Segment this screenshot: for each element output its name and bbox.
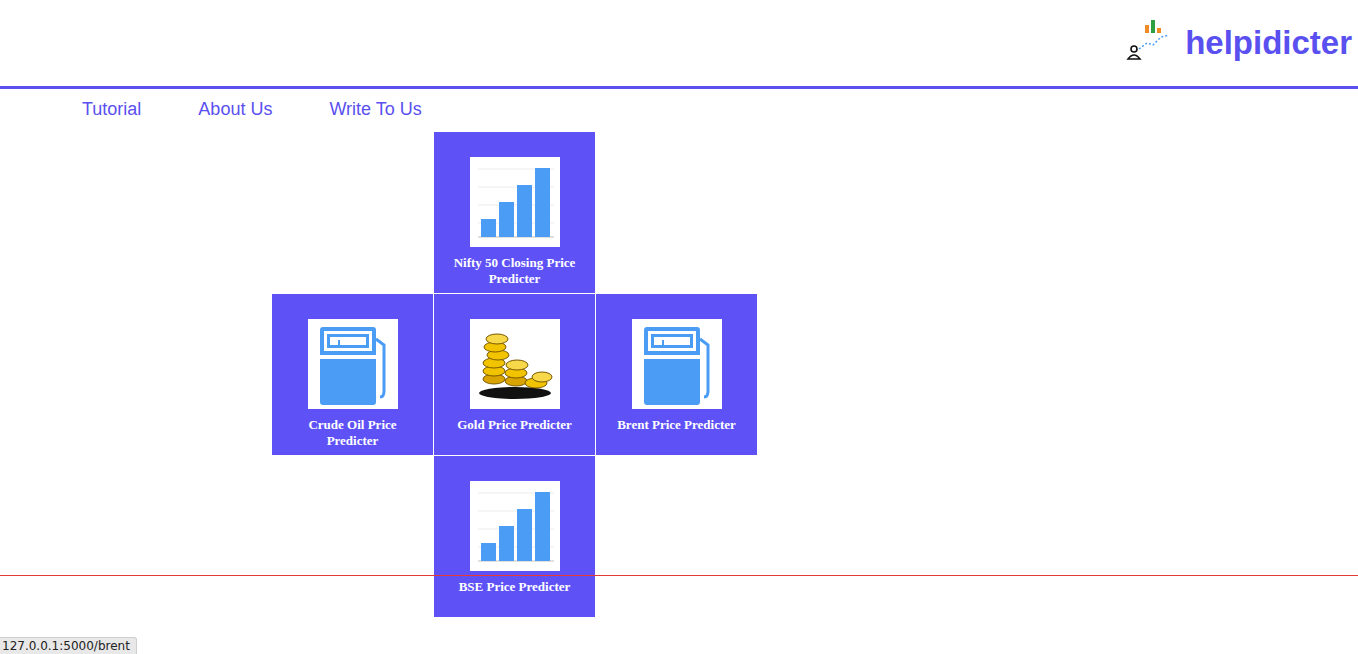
fuel-pump-icon bbox=[632, 319, 722, 409]
nav-link[interactable]: Tutorial bbox=[82, 98, 141, 120]
tile-title: Gold Price Predicter bbox=[447, 417, 582, 433]
predictor-tile[interactable]: Nifty 50 Closing Price Predicter bbox=[434, 132, 595, 293]
page: helpidicter TutorialAbout UsWrite To Us … bbox=[0, 0, 1358, 654]
predictor-tile[interactable]: Brent Price Predicter bbox=[596, 294, 757, 455]
tile-image bbox=[308, 319, 398, 409]
predictor-tile[interactable]: BSE Price Predicter bbox=[434, 456, 595, 617]
predictor-grid: Nifty 50 Closing Price Predicter Crude O… bbox=[272, 132, 757, 617]
divider-line bbox=[0, 575, 1358, 576]
tile-title: Crude Oil Price Predicter bbox=[272, 417, 433, 449]
tile-image bbox=[470, 481, 560, 571]
bar-chart-icon bbox=[470, 157, 560, 247]
nav-link[interactable]: About Us bbox=[198, 98, 272, 120]
tile-title: Nifty 50 Closing Price Predicter bbox=[434, 255, 595, 287]
predictor-tile[interactable]: Crude Oil Price Predicter bbox=[272, 294, 433, 455]
tile-image bbox=[632, 319, 722, 409]
tile-title: Brent Price Predicter bbox=[607, 417, 746, 433]
logo-icon bbox=[1125, 19, 1171, 61]
brand-link[interactable]: helpidicter bbox=[1125, 19, 1352, 67]
predictor-tile[interactable]: Gold Price Predicter bbox=[434, 294, 595, 455]
nav-link[interactable]: Write To Us bbox=[329, 98, 421, 120]
bar-chart-icon bbox=[470, 481, 560, 571]
header: helpidicter bbox=[0, 0, 1358, 89]
gold-coins-icon bbox=[470, 319, 560, 409]
status-url: 127.0.0.1:5000/brent bbox=[0, 637, 137, 654]
fuel-pump-icon bbox=[308, 319, 398, 409]
tile-image bbox=[470, 157, 560, 247]
tile-image bbox=[470, 319, 560, 409]
nav-bar: Tutorial About Us Write To Us bbox=[0, 89, 1358, 120]
brand-name: helpidicter bbox=[1185, 24, 1352, 62]
tile-title: BSE Price Predicter bbox=[449, 579, 581, 595]
